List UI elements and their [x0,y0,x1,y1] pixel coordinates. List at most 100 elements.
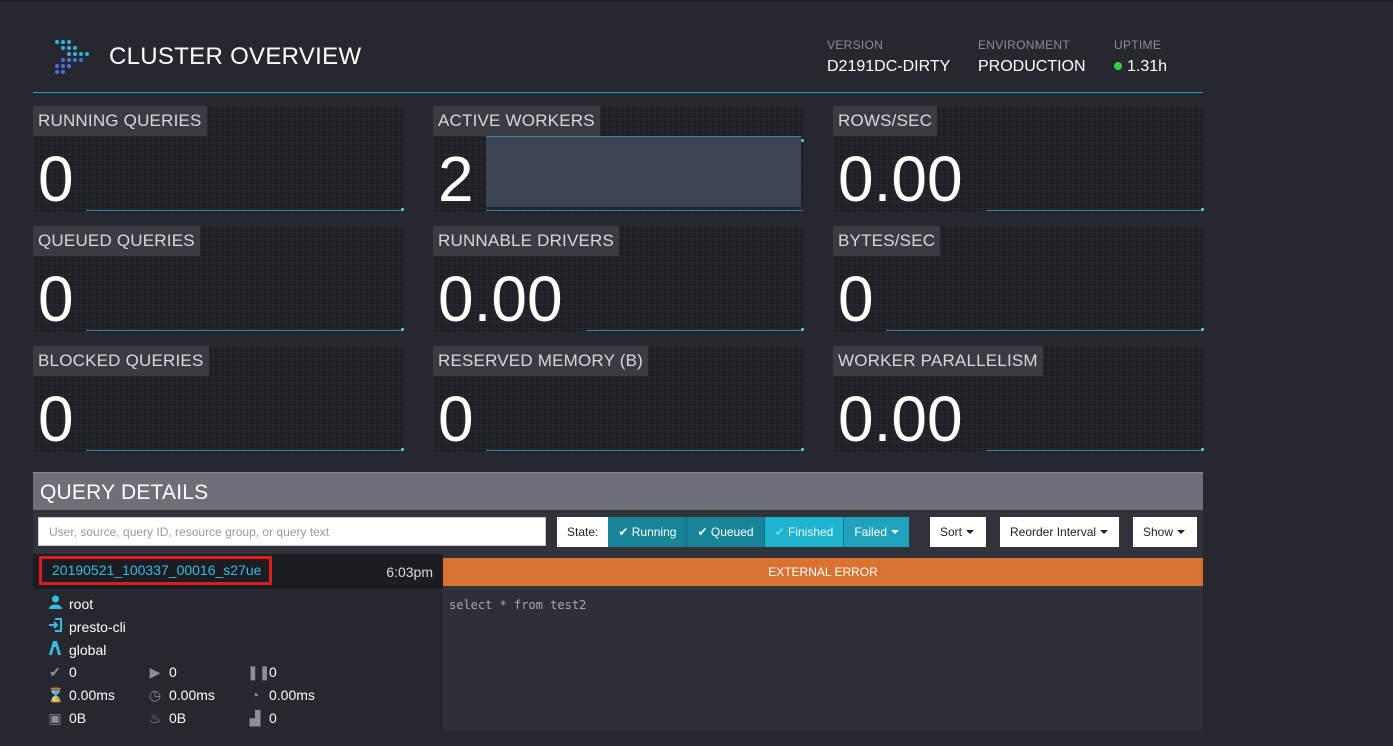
reorder-interval-dropdown[interactable]: Reorder Interval [1000,517,1119,547]
environment-value: PRODUCTION [978,58,1086,75]
query-id-link[interactable]: 20190521_100337_00016_s27ue [39,556,272,585]
sparkline [486,448,804,451]
page-header: CLUSTER OVERVIEW VERSION D2191DC-DIRTY E… [33,0,1203,93]
filter-label: Running [631,525,677,539]
sparkline [986,448,1204,451]
sort-dropdown[interactable]: Sort [930,517,986,547]
sparkline-point [801,448,804,451]
dashboard-icon: ◔ [250,687,260,703]
check-icon: ✔ [618,525,629,539]
sparkline-point [801,328,804,331]
filter-running-button[interactable]: ✔ Running [608,517,688,547]
sparkline [86,208,404,211]
tile-label: QUEUED QUERIES [33,226,200,256]
elapsed-time-value: 0.00ms [169,687,215,703]
user-text: root [69,596,94,612]
status-dot-icon [1114,62,1122,70]
completed-splits-value: 0 [69,664,77,680]
uptime-text: 1.31h [1127,58,1168,75]
cumulative-memory-value: 0 [269,710,277,726]
tile-running-queries: RUNNING QUERIES 0 [33,106,404,214]
sparkline [586,328,804,331]
tile-rows-sec: ROWS/SEC 0.00 [833,106,1204,214]
checkmark-icon: ✔ [49,664,61,680]
uptime-value: 1.31h [1114,58,1167,76]
peak-memory: ♨ 0B [147,710,186,727]
tile-queued-queries: QUEUED QUERIES 0 [33,226,404,335]
running-splits: ▶ 0 [147,664,177,681]
tile-value: 0.00 [838,383,963,455]
query-id-bar: 20190521_100337_00016_s27ue 6:03pm [33,554,443,589]
query-summary: 20190521_100337_00016_s27ue 6:03pm root … [33,554,443,730]
sparkline [86,448,404,451]
pause-icon: ❚❚ [247,664,271,680]
chevron-down-icon [891,530,900,534]
sparkline-point [401,208,404,211]
wall-time: ⌛ 0.00ms [47,687,115,704]
sparkline [886,328,1204,331]
query-state-badge: EXTERNAL ERROR [443,558,1203,586]
tile-reserved-memory: RESERVED MEMORY (B) 0 [433,346,804,454]
tile-bytes-sec: BYTES/SEC 0 [833,226,1204,335]
tile-runnable-drivers: RUNNABLE DRIVERS 0.00 [433,226,804,335]
tile-blocked-queries: BLOCKED QUERIES 0 [33,346,404,454]
tile-worker-parallelism: WORKER PARALLELISM 0.00 [833,346,1204,455]
wall-time-value: 0.00ms [69,687,115,703]
query-row: 20190521_100337_00016_s27ue 6:03pm root … [33,554,1203,730]
query-time: 6:03pm [386,564,433,580]
road-icon [47,641,63,658]
peak-memory-value: 0B [169,710,187,726]
filter-finished-button[interactable]: ✔ Finished [764,517,845,547]
sparkline-area [486,136,801,207]
tile-active-workers: ACTIVE WORKERS 2 [433,106,804,214]
resource-group-text: global [69,642,107,658]
sparkline-point [401,328,404,331]
filter-label: Failed [854,525,888,539]
tile-value: 0.00 [438,263,563,335]
memory-icon: ▣ [48,710,62,726]
tile-value: 0 [38,263,74,335]
tile-label: BYTES/SEC [833,226,941,256]
show-label: Show [1143,525,1174,539]
current-memory: ▣ 0B [47,710,86,727]
sort-label: Sort [940,525,963,539]
filter-queued-button[interactable]: ✔ Queued [687,517,765,547]
query-search-input[interactable] [38,517,546,546]
cumulative-memory: ▟ 0 [247,710,277,727]
source-text: presto-cli [69,619,126,635]
reorder-label: Reorder Interval [1010,525,1097,539]
filter-failed-dropdown[interactable]: Failed [844,517,910,547]
sparkline-point [1201,328,1204,331]
state-filter-group: State: ✔ Running ✔ Queued ✔ Finished Fai… [557,517,910,547]
queued-splits: ❚❚0 [247,664,277,681]
query-user: root [47,595,93,612]
tile-label: RUNNABLE DRIVERS [433,226,620,256]
tile-label: ACTIVE WORKERS [433,106,600,136]
query-resource-group: global [47,641,106,658]
sparkline-point [401,448,404,451]
user-icon [47,595,63,612]
tile-label: RESERVED MEMORY (B) [433,346,649,376]
tile-label: WORKER PARALLELISM [833,346,1043,376]
show-dropdown[interactable]: Show [1133,517,1197,547]
chevron-down-icon [966,530,975,534]
fire-icon: ♨ [148,710,162,726]
running-splits-value: 0 [169,664,177,680]
query-details-header: QUERY DETAILS [33,472,1203,511]
query-details-title: QUERY DETAILS [40,481,209,504]
state-label: State: [557,517,609,547]
sparkline [486,210,803,211]
hourglass-icon: ⌛ [47,687,65,703]
chevron-down-icon [1177,530,1186,534]
filter-label: Finished [787,525,834,539]
sparkline [86,328,404,331]
bars-icon: ▟ [249,710,261,726]
query-sql-text: select * from test2 [443,590,1203,730]
tile-label: BLOCKED QUERIES [33,346,209,376]
completed-splits: ✔ 0 [47,664,77,681]
sparkline [986,208,1204,211]
check-icon: ✔ [697,525,708,539]
filter-label: Queued [710,525,754,539]
tile-value: 0 [838,263,874,335]
page-title: CLUSTER OVERVIEW [109,43,362,70]
